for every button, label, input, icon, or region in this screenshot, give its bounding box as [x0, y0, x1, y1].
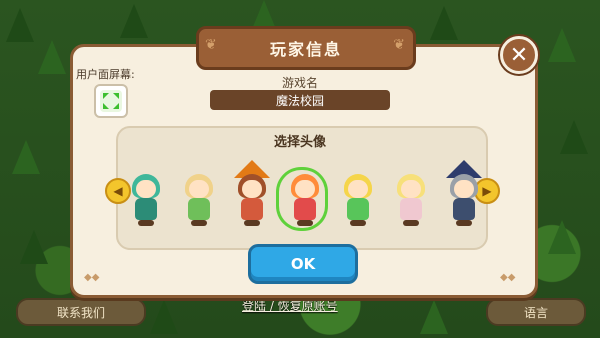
close-button[interactable]: ✕ — [500, 36, 538, 74]
curl-ornament-icon: ❦ — [205, 37, 219, 53]
dialog-title: 玩家信息 — [269, 40, 342, 59]
avatar-body — [188, 198, 210, 220]
avatar-feet — [244, 220, 260, 226]
tree — [548, 28, 576, 62]
avatar-option[interactable] — [179, 166, 219, 232]
avatar-body — [453, 198, 475, 220]
tree — [560, 120, 588, 154]
avatar-face — [189, 180, 209, 198]
avatar-option[interactable] — [126, 166, 166, 232]
tree — [548, 220, 576, 254]
close-icon: ✕ — [509, 42, 529, 68]
corner-ornament-icon: ◆◆ — [84, 272, 100, 283]
tree — [120, 4, 148, 38]
contact-us-button[interactable]: 联系我们 — [16, 298, 146, 326]
avatar-body — [135, 198, 157, 220]
tree — [20, 230, 48, 264]
chevron-left-icon: ◀ — [113, 184, 123, 198]
tree — [420, 300, 448, 334]
fullscreen-icon — [100, 90, 122, 112]
avatar-face — [401, 180, 421, 198]
avatar-face — [242, 180, 262, 198]
avatar-option[interactable] — [444, 160, 484, 232]
avatar-section-title: 选择头像 — [273, 135, 326, 150]
tree — [430, 6, 458, 40]
avatar-option[interactable] — [338, 166, 378, 232]
screen-mode-label: 用户面屏幕: — [76, 68, 135, 81]
tree — [150, 300, 178, 334]
avatar-feet — [350, 220, 366, 226]
dialog-title-plate: ❦ 玩家信息 ❦ — [196, 26, 416, 70]
avatar-body — [400, 198, 422, 220]
avatar-face — [454, 180, 474, 198]
player-name-field[interactable]: 魔法校园 — [210, 90, 390, 110]
language-button[interactable]: 语言 — [486, 298, 586, 326]
login-restore-link[interactable]: 登陆 / 恢复原账号 — [242, 297, 338, 314]
avatar-option[interactable] — [285, 166, 325, 232]
avatar-face — [295, 180, 315, 198]
avatar-body — [347, 198, 369, 220]
corner-ornament-icon: ◆◆ — [500, 272, 516, 283]
avatar-option[interactable] — [391, 166, 431, 232]
avatar-feet — [191, 220, 207, 226]
avatar-feet — [138, 220, 154, 226]
tree — [12, 140, 40, 174]
fullscreen-toggle-button[interactable] — [94, 84, 128, 118]
avatar-feet — [297, 220, 313, 226]
tree — [38, 40, 66, 74]
avatar-face — [348, 180, 368, 198]
avatar-body — [241, 198, 263, 220]
avatar-feet — [456, 220, 472, 226]
avatar-option[interactable] — [232, 160, 272, 232]
curl-ornament-icon: ❦ — [393, 37, 407, 53]
avatar-feet — [403, 220, 419, 226]
avatar-body — [294, 198, 316, 220]
tree — [6, 8, 34, 42]
ok-button[interactable]: OK — [248, 244, 358, 284]
avatar-face — [136, 180, 156, 198]
player-name-label: 游戏名 — [281, 76, 318, 90]
